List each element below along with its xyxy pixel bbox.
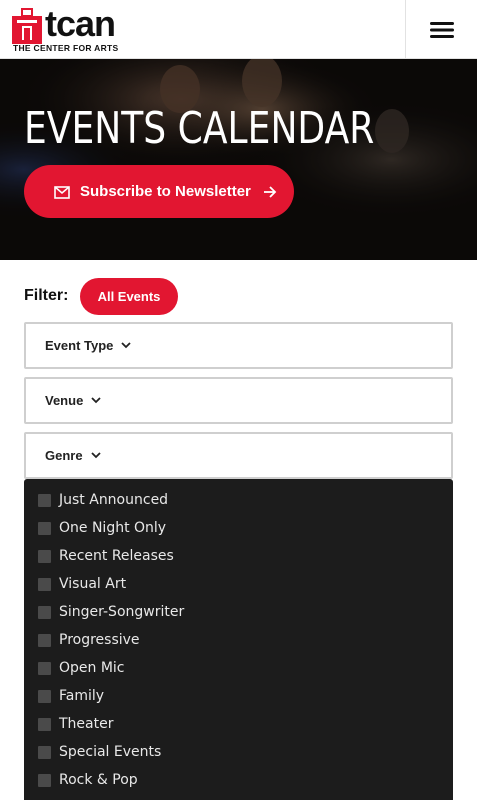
hero-background-photo [0,59,477,260]
logo-wordmark: tcan [45,3,116,44]
venue-label: Venue [45,393,84,408]
page-title: EVENTS CALENDAR [24,103,375,154]
menu-button[interactable] [406,0,477,59]
checkbox[interactable] [38,577,51,591]
genre-option-label: Progressive [59,632,140,648]
checkbox[interactable] [38,633,51,647]
genre-option[interactable]: One Night Only [38,518,166,538]
site-header: tcan THE CENTER FOR ARTS [0,0,477,59]
tcan-logo[interactable]: tcan THE CENTER FOR ARTS [12,3,122,54]
genre-option-label: Rock & Pop [59,772,138,788]
genre-option-label: One Night Only [59,520,167,536]
genre-option[interactable]: Rock & Pop [38,770,138,790]
genre-option-label: Open Mic [59,660,125,676]
checkbox[interactable] [38,745,51,759]
checkbox[interactable] [38,549,51,563]
genre-option-label: Special Events [59,744,162,760]
genre-option-label: Recent Releases [59,548,174,564]
event-type-dropdown[interactable]: Event Type [24,322,453,369]
checkbox[interactable] [38,773,51,787]
checkbox[interactable] [38,493,51,507]
genre-option[interactable]: Visual Art [38,574,126,594]
event-type-label: Event Type [45,338,114,353]
genre-option[interactable]: Open Mic [38,658,125,678]
mail-icon [54,185,70,199]
checkbox[interactable] [38,661,51,675]
genre-option-label: Visual Art [59,576,127,592]
checkbox[interactable] [38,689,51,703]
genre-option[interactable]: Theater [38,714,113,734]
checkbox[interactable] [38,605,51,619]
all-events-button[interactable]: All Events [80,278,178,315]
checkbox[interactable] [38,521,51,535]
genre-option[interactable]: Family [38,686,104,706]
genre-option[interactable]: Special Events [38,742,161,762]
genre-option-label: Theater [59,716,114,732]
chevron-down-icon [91,397,101,404]
genre-dropdown[interactable]: Genre [24,432,453,479]
venue-dropdown[interactable]: Venue [24,377,453,424]
lighthouse-logo-icon [12,8,42,44]
genre-option[interactable]: Progressive [38,630,140,650]
filter-label: Filter: [24,287,69,304]
hamburger-icon [429,21,454,38]
chevron-down-icon [90,452,101,459]
hero-banner: EVENTS CALENDAR Subscribe to Newsletter [0,59,477,260]
genre-option[interactable]: Singer-Songwriter [38,602,184,622]
genre-options-panel: Just Announced One Night Only Recent Rel… [24,479,453,800]
genre-option-label: Singer-Songwriter [59,604,185,620]
genre-option[interactable]: Just Announced [38,490,168,510]
genre-option-label: Family [59,688,105,704]
genre-option[interactable]: Recent Releases [38,546,174,566]
genre-option-label: Just Announced [59,492,169,508]
checkbox[interactable] [38,717,51,731]
subscribe-newsletter-button[interactable]: Subscribe to Newsletter [24,165,294,218]
logo-tagline: THE CENTER FOR ARTS [13,43,119,53]
genre-label: Genre [45,448,83,463]
subscribe-label: Subscribe to Newsletter [80,183,251,200]
arrow-right-icon [263,185,277,198]
chevron-down-icon [121,342,132,349]
